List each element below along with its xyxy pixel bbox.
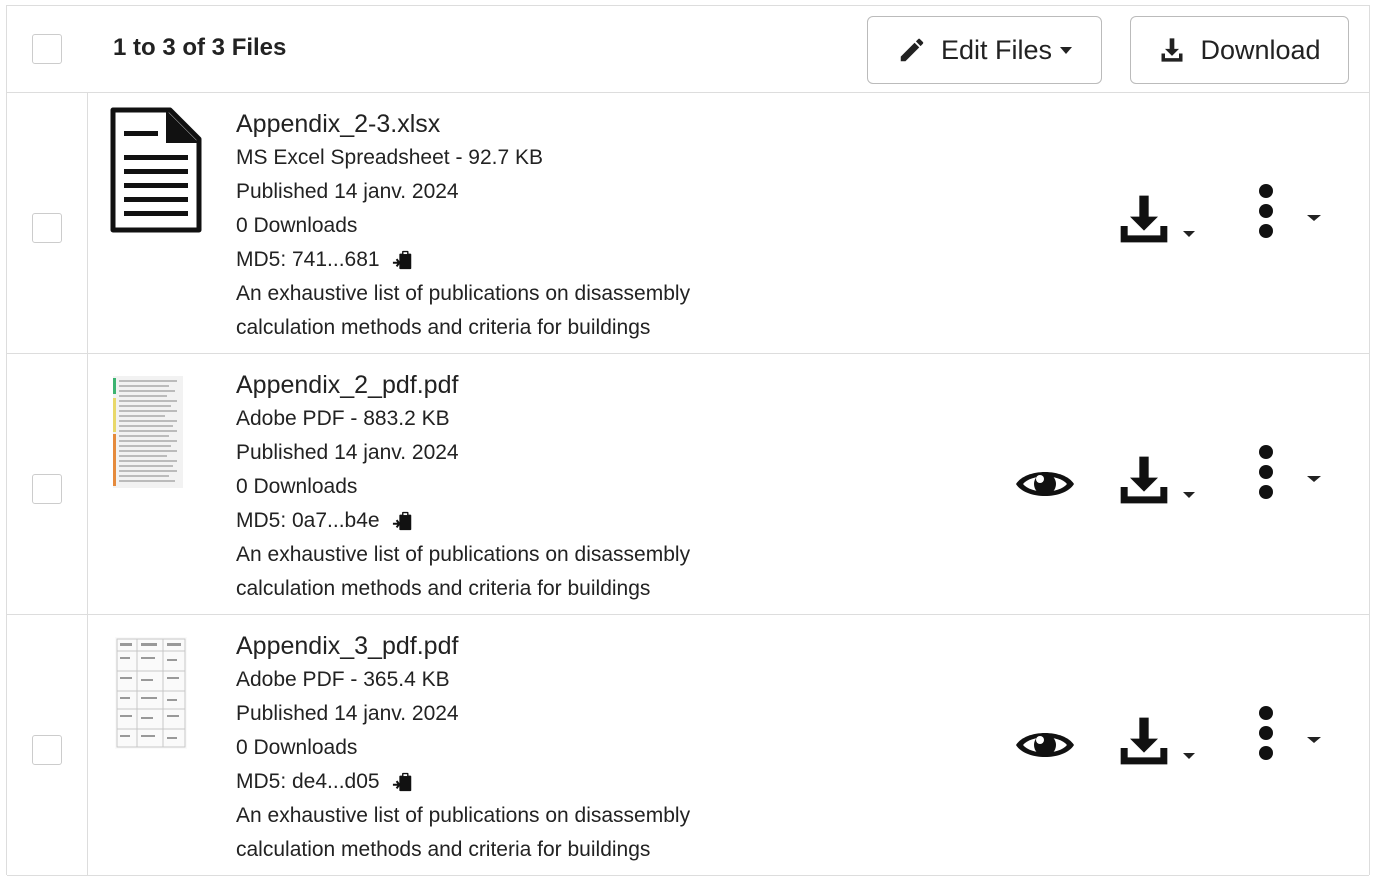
download-label: Download bbox=[1200, 34, 1321, 65]
clipboard-icon[interactable] bbox=[392, 771, 414, 793]
file-description-cont: calculation methods and criteria for bui… bbox=[236, 577, 651, 600]
clipboard-icon[interactable] bbox=[392, 249, 414, 271]
file-info: Appendix_3_pdf.pdf Adobe PDF - 365.4 KB … bbox=[236, 631, 690, 867]
clipboard-icon[interactable] bbox=[392, 510, 414, 532]
file-name[interactable]: Appendix_2_pdf.pdf bbox=[236, 370, 690, 400]
select-all-checkbox[interactable] bbox=[32, 34, 62, 64]
more-options-caret[interactable] bbox=[1307, 476, 1321, 482]
file-select-checkbox[interactable] bbox=[32, 735, 62, 765]
download-icon[interactable] bbox=[1116, 713, 1172, 769]
file-row: Appendix_2_pdf.pdf Adobe PDF - 883.2 KB … bbox=[7, 354, 1369, 615]
ellipsis-vertical-icon[interactable] bbox=[1256, 705, 1276, 761]
file-name[interactable]: Appendix_2-3.xlsx bbox=[236, 109, 690, 139]
file-count: 1 to 3 of 3 Files bbox=[113, 34, 287, 61]
more-options-caret[interactable] bbox=[1307, 215, 1321, 221]
md5-value: MD5: 741...681 bbox=[236, 248, 380, 271]
file-description: An exhaustive list of publications on di… bbox=[236, 543, 691, 566]
file-description: An exhaustive list of publications on di… bbox=[236, 282, 691, 305]
file-type-size: Adobe PDF - 365.4 KB bbox=[236, 668, 450, 691]
download-all-button[interactable]: Download bbox=[1130, 16, 1349, 84]
file-select-checkbox[interactable] bbox=[32, 474, 62, 504]
file-description-cont: calculation methods and criteria for bui… bbox=[236, 316, 651, 339]
file-published-date: Published 14 janv. 2024 bbox=[236, 702, 459, 725]
download-icon[interactable] bbox=[1116, 452, 1172, 508]
file-md5: MD5: de4...d05 bbox=[236, 765, 690, 799]
file-download-count: 0 Downloads bbox=[236, 214, 358, 237]
pdf-table-thumbnail[interactable] bbox=[115, 637, 187, 754]
download-icon bbox=[1161, 38, 1183, 62]
file-info: Appendix_2-3.xlsx MS Excel Spreadsheet -… bbox=[236, 109, 690, 345]
eye-icon[interactable] bbox=[1014, 464, 1076, 504]
file-type-size: Adobe PDF - 883.2 KB bbox=[236, 407, 450, 430]
files-table-header: 1 to 3 of 3 Files Edit Files Download bbox=[7, 6, 1369, 93]
file-row: Appendix_3_pdf.pdf Adobe PDF - 365.4 KB … bbox=[7, 615, 1369, 876]
ellipsis-vertical-icon[interactable] bbox=[1256, 183, 1276, 239]
file-description-cont: calculation methods and criteria for bui… bbox=[236, 838, 651, 861]
md5-value: MD5: de4...d05 bbox=[236, 770, 380, 793]
md5-value: MD5: 0a7...b4e bbox=[236, 509, 380, 532]
download-options-caret[interactable] bbox=[1183, 753, 1195, 759]
edit-files-button[interactable]: Edit Files bbox=[867, 16, 1102, 84]
pdf-page-thumbnail[interactable] bbox=[113, 376, 183, 493]
file-name[interactable]: Appendix_3_pdf.pdf bbox=[236, 631, 690, 661]
chevron-down-icon bbox=[1060, 46, 1073, 54]
more-options-caret[interactable] bbox=[1307, 737, 1321, 743]
download-options-caret[interactable] bbox=[1183, 492, 1195, 498]
file-download-count: 0 Downloads bbox=[236, 736, 358, 759]
file-md5: MD5: 741...681 bbox=[236, 243, 690, 277]
download-icon[interactable] bbox=[1116, 191, 1172, 247]
download-options-caret[interactable] bbox=[1183, 231, 1195, 237]
file-select-checkbox[interactable] bbox=[32, 213, 62, 243]
file-md5: MD5: 0a7...b4e bbox=[236, 504, 690, 538]
edit-files-label: Edit Files bbox=[940, 34, 1053, 65]
file-download-count: 0 Downloads bbox=[236, 475, 358, 498]
file-published-date: Published 14 janv. 2024 bbox=[236, 180, 459, 203]
file-type-size: MS Excel Spreadsheet - 92.7 KB bbox=[236, 146, 543, 169]
files-table: 1 to 3 of 3 Files Edit Files Download Ap… bbox=[6, 5, 1370, 876]
file-description: An exhaustive list of publications on di… bbox=[236, 804, 691, 827]
pencil-icon bbox=[900, 38, 924, 62]
file-published-date: Published 14 janv. 2024 bbox=[236, 441, 459, 464]
eye-icon[interactable] bbox=[1014, 725, 1076, 765]
document-icon[interactable] bbox=[110, 107, 202, 238]
file-info: Appendix_2_pdf.pdf Adobe PDF - 883.2 KB … bbox=[236, 370, 690, 606]
file-row: Appendix_2-3.xlsx MS Excel Spreadsheet -… bbox=[7, 93, 1369, 354]
ellipsis-vertical-icon[interactable] bbox=[1256, 444, 1276, 500]
